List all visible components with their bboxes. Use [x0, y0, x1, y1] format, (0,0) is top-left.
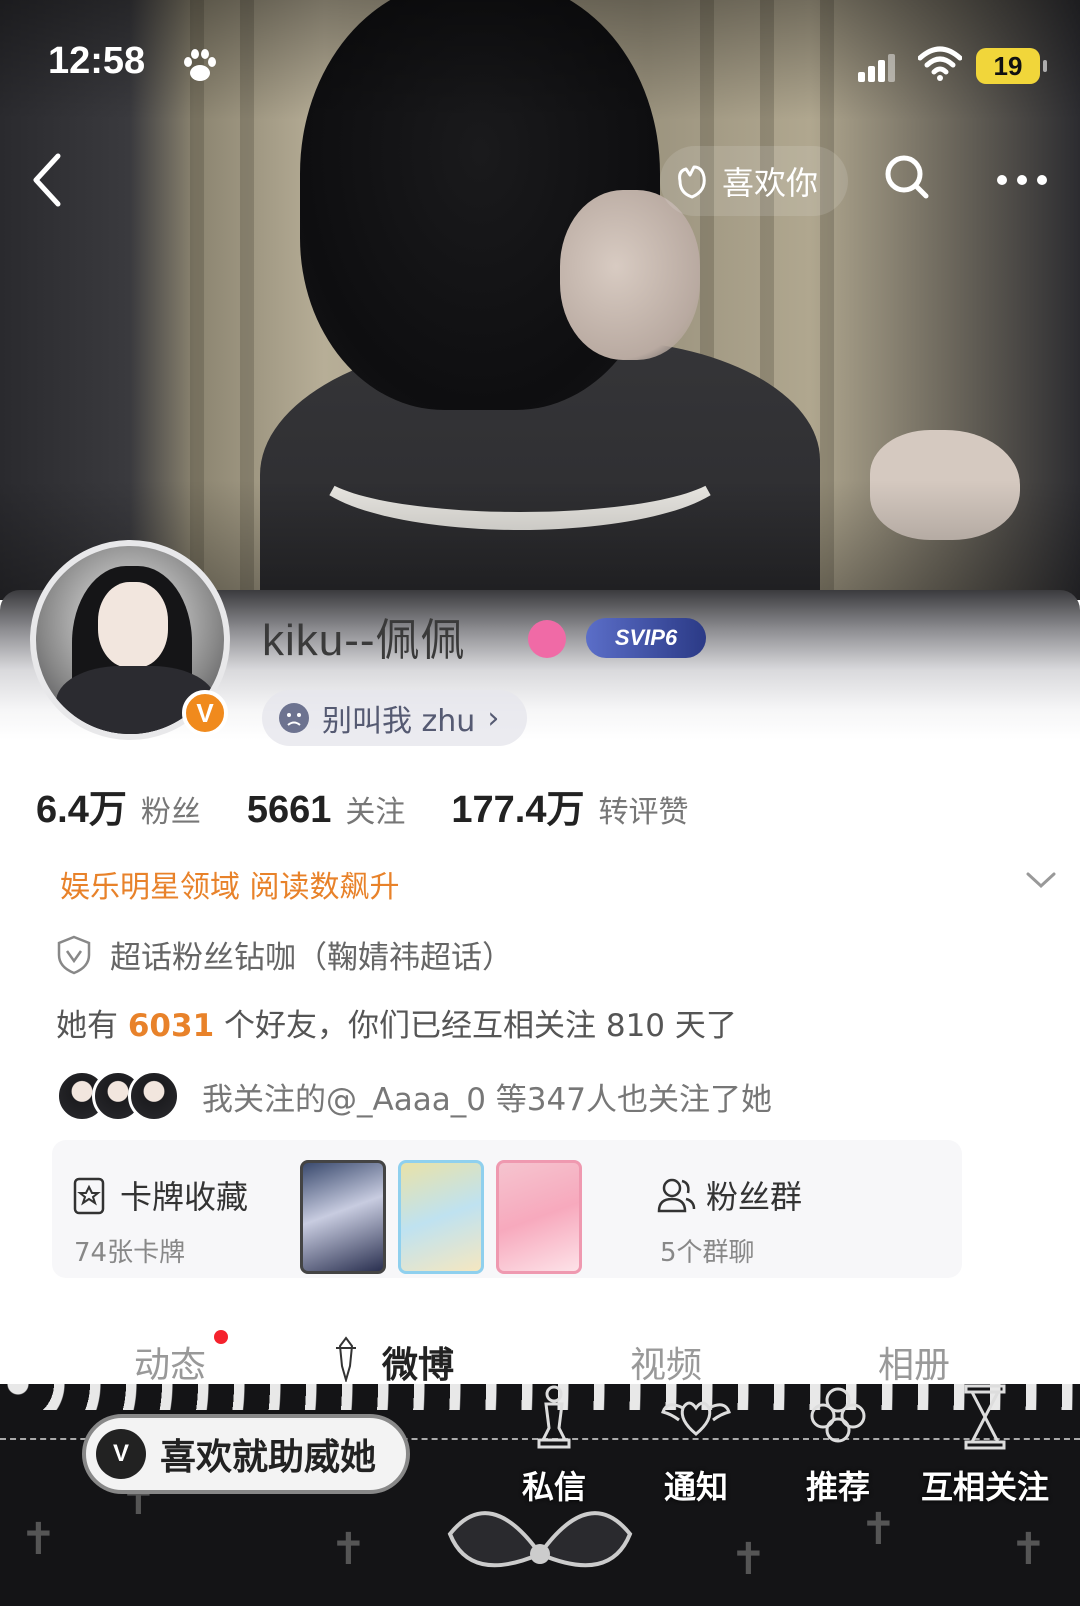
boost-logo: V [96, 1429, 146, 1479]
clover-icon [810, 1387, 866, 1443]
group-icon [657, 1178, 696, 1213]
fan-group[interactable]: 粉丝群 [656, 1172, 802, 1218]
stat-label: 粉丝 [140, 795, 201, 830]
domain-tag[interactable]: 娱乐明星领域 阅读数飙升 [60, 862, 400, 906]
wifi-icon [918, 46, 962, 81]
tab-video[interactable]: 视频 [630, 1336, 702, 1388]
stat-interactions[interactable]: 177.4万 转评赞 [451, 778, 688, 833]
stat-value: 177.4万 [451, 789, 585, 831]
avatar-face [98, 582, 168, 668]
stat-value: 5661 [246, 789, 332, 831]
mutual-follow-button[interactable]: 互相关注 [910, 1384, 1060, 1508]
mutual-avatars [56, 1070, 180, 1122]
paw-icon [184, 49, 216, 81]
sword-icon [336, 1336, 356, 1382]
notify-button[interactable]: 通知 [636, 1384, 756, 1508]
stat-value: 6.4万 [36, 789, 127, 831]
chevron-right-icon: › [487, 700, 500, 736]
card-thumbnail[interactable] [496, 1160, 582, 1274]
message-button[interactable]: 私信 [494, 1384, 614, 1508]
verified-badge: V [182, 690, 228, 736]
recommend-label: 推荐 [805, 1468, 870, 1506]
stat-following[interactable]: 5661 关注 [247, 787, 406, 832]
winged-heart-icon [661, 1401, 731, 1436]
mutual-follow-label: 互相关注 [920, 1468, 1049, 1506]
search-icon[interactable] [880, 150, 936, 206]
recommend-button[interactable]: 推荐 [778, 1384, 898, 1508]
hand-heart-icon [678, 165, 706, 199]
boost-button[interactable]: V 喜欢就助威她 [82, 1414, 411, 1494]
back-icon[interactable] [28, 150, 68, 210]
tab-weibo[interactable]: 微博 [382, 1336, 454, 1388]
card-star-icon [73, 1177, 105, 1215]
female-icon [528, 620, 566, 658]
fan-group-count: 5个群聊 [660, 1238, 755, 1268]
fan-group-label: 粉丝群 [706, 1178, 803, 1216]
card-collection[interactable]: 卡牌收藏 [72, 1172, 248, 1218]
tab-album[interactable]: 相册 [878, 1336, 950, 1388]
status-time: 12:58 [48, 40, 146, 82]
friends-prefix: 她有 [56, 1008, 128, 1044]
mutual-follow-text: 我关注的@_Aaaa_0 等347人也关注了她 [202, 1081, 772, 1118]
butterfly-icon [447, 1511, 633, 1568]
cross-icon: ✝ [860, 1504, 897, 1555]
mutual-follow-row[interactable]: 我关注的@_Aaaa_0 等347人也关注了她 [56, 1070, 772, 1122]
super-topic-fan-label: 超话粉丝钻咖（鞠婧祎超话） [110, 940, 513, 976]
cross-icon: ✝ [1010, 1524, 1047, 1575]
boost-label: 喜欢就助威她 [160, 1437, 377, 1478]
cross-icon: ✝ [330, 1524, 367, 1575]
chevron-down-icon[interactable] [1024, 868, 1058, 892]
signal-icon [858, 54, 895, 82]
signature-pill[interactable]: 别叫我 zhu › [262, 690, 528, 746]
super-topic-fan[interactable]: 超话粉丝钻咖（鞠婧祎超话） [56, 932, 513, 977]
username: kiku--佩佩 [262, 616, 466, 665]
tab-dynamic[interactable]: 动态 [134, 1336, 206, 1388]
card-thumbnail[interactable] [300, 1160, 386, 1274]
signature-text: 别叫我 zhu [322, 704, 476, 739]
shield-icon [57, 935, 91, 974]
svip-badge[interactable]: SVIP6 [586, 618, 706, 658]
bottom-action-bar: ✝ ✝ ✝ ✝ ✝ ✝ V 喜欢就助威她 私信 通知 推荐 互相关注 [0, 1384, 1080, 1606]
unread-dot [214, 1330, 228, 1344]
hourglass-icon [964, 1384, 1006, 1450]
friends-suffix: 个好友，你们已经互相关注 810 天了 [214, 1008, 737, 1044]
stat-label: 转评赞 [598, 795, 689, 830]
friends-count: 6031 [127, 1008, 215, 1044]
stat-label: 关注 [345, 795, 406, 830]
card-thumbnail[interactable] [398, 1160, 484, 1274]
notify-label: 通知 [663, 1468, 728, 1506]
card-collection-label: 卡牌收藏 [120, 1178, 249, 1216]
sad-face-icon [279, 703, 309, 733]
like-you-button[interactable]: 喜欢你 [660, 146, 849, 216]
battery-indicator: 19 [976, 48, 1047, 84]
chess-icon [537, 1385, 571, 1449]
friends-info: 她有 6031 个好友，你们已经互相关注 810 天了 [56, 1000, 737, 1045]
stat-fans[interactable]: 6.4万 粉丝 [36, 778, 201, 833]
like-you-label: 喜欢你 [722, 164, 819, 202]
more-icon[interactable] [994, 170, 1050, 190]
status-bar: 12:58 19 [0, 30, 1080, 100]
cross-icon: ✝ [20, 1514, 57, 1565]
card-count: 74张卡牌 [74, 1238, 186, 1268]
cross-icon: ✝ [730, 1534, 767, 1585]
stats-row: 6.4万 粉丝 5661 关注 177.4万 转评赞 [36, 778, 734, 833]
mini-avatar [128, 1070, 180, 1122]
